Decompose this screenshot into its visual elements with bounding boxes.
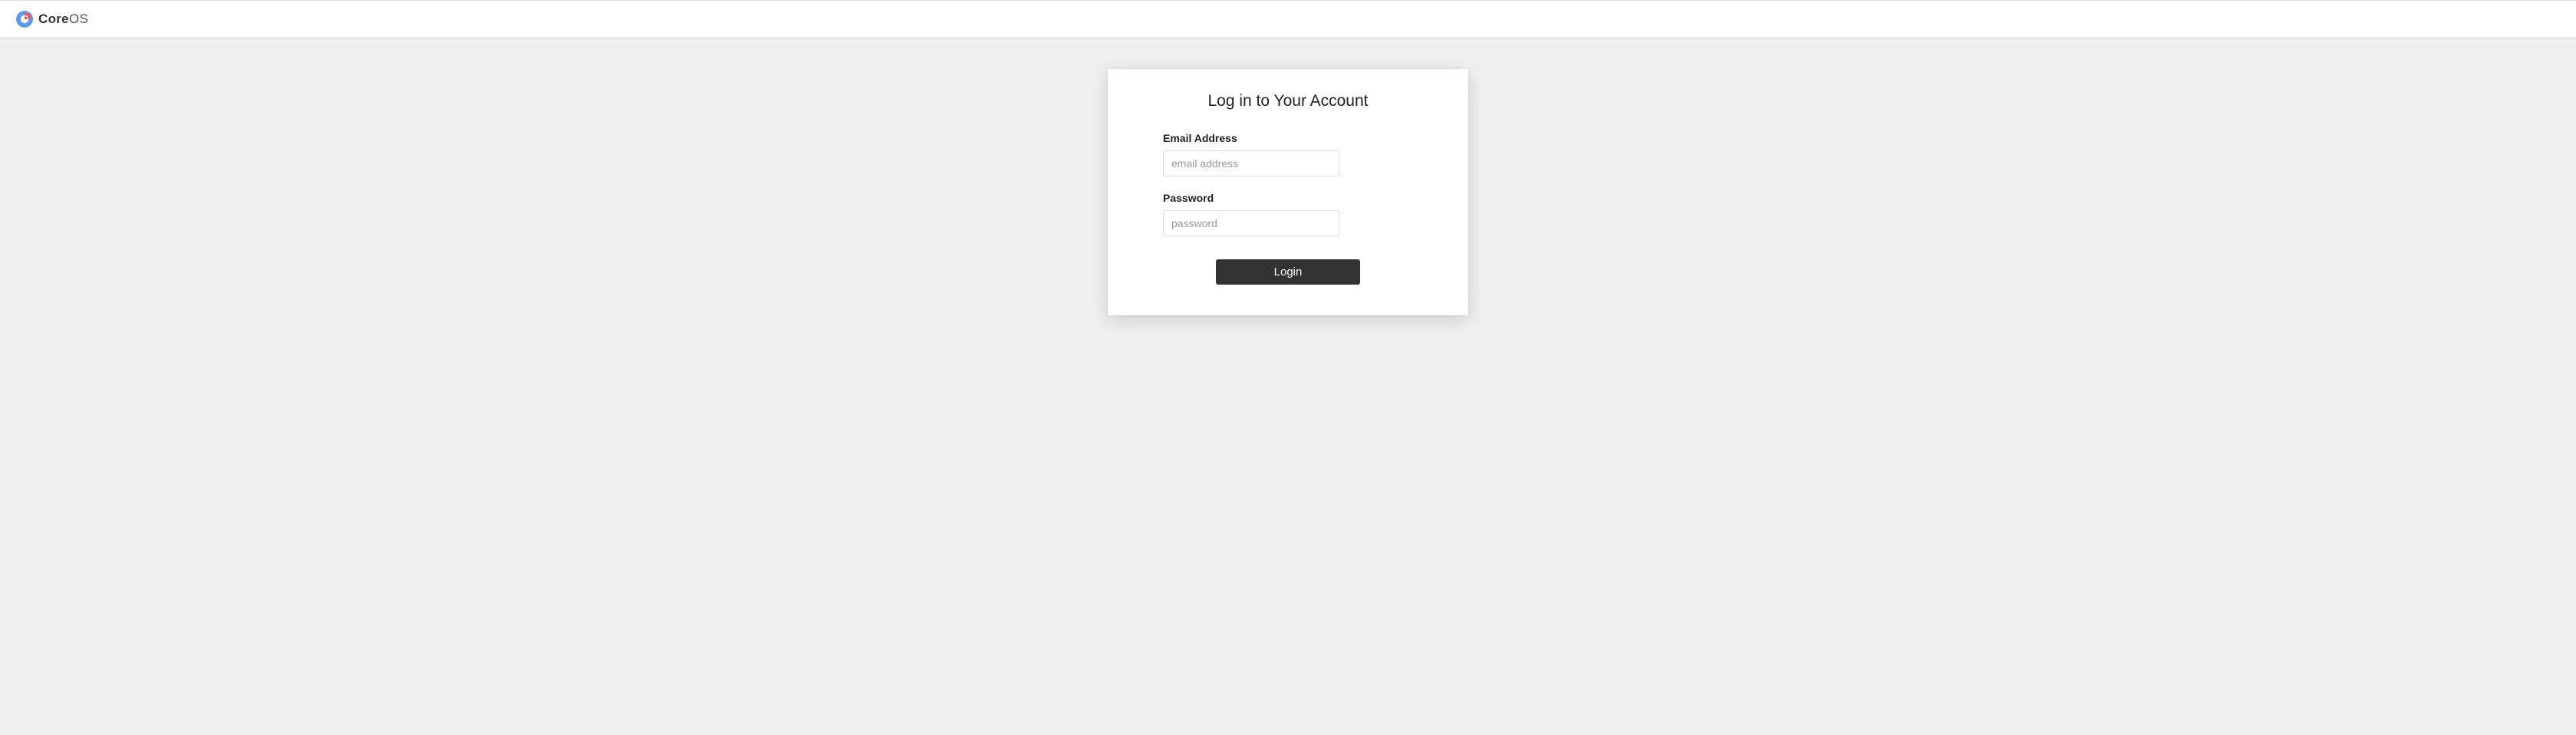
login-form: Email Address Password Login xyxy=(1125,132,1451,285)
brand-logo[interactable]: CoreOS xyxy=(15,10,88,28)
email-input[interactable] xyxy=(1163,150,1339,176)
header-bar: CoreOS xyxy=(0,0,2576,38)
login-button[interactable]: Login xyxy=(1216,259,1360,285)
main-content: Log in to Your Account Email Address Pas… xyxy=(0,38,2576,315)
brand-text-bold: Core xyxy=(38,12,69,26)
brand-text: CoreOS xyxy=(38,12,88,27)
brand-text-light: OS xyxy=(69,12,88,26)
login-title: Log in to Your Account xyxy=(1125,92,1451,110)
password-label: Password xyxy=(1163,192,1413,204)
login-card: Log in to Your Account Email Address Pas… xyxy=(1108,69,1468,315)
coreos-logo-icon xyxy=(15,10,34,28)
email-label: Email Address xyxy=(1163,132,1413,144)
password-input[interactable] xyxy=(1163,210,1339,236)
password-field-group: Password xyxy=(1163,192,1413,236)
email-field-group: Email Address xyxy=(1163,132,1413,176)
